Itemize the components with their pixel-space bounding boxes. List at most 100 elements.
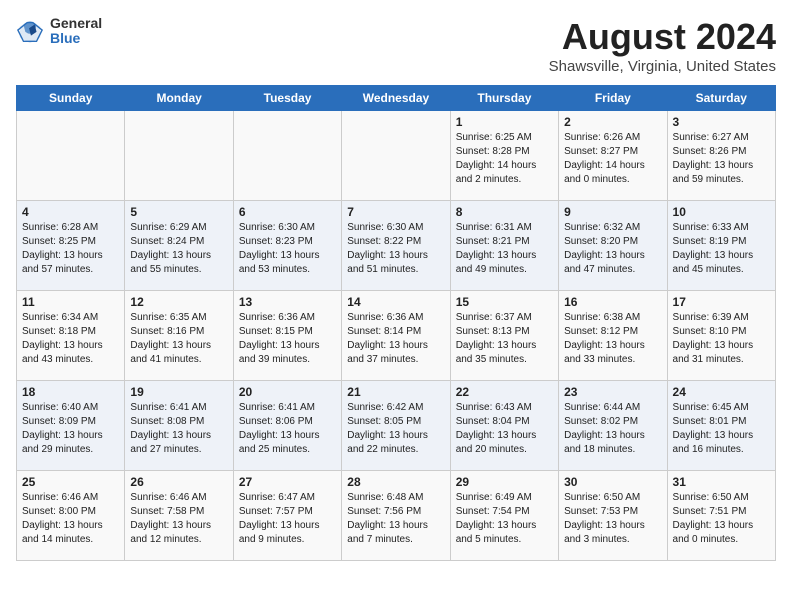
day-number: 6: [239, 205, 336, 219]
calendar-cell: [342, 111, 450, 201]
calendar-header-row: SundayMondayTuesdayWednesdayThursdayFrid…: [17, 86, 776, 111]
calendar-cell: 11 Sunrise: 6:34 AMSunset: 8:18 PMDayligh…: [17, 291, 125, 381]
day-number: 4: [22, 205, 119, 219]
header: General Blue August 2024 Shawsville, Vir…: [16, 16, 776, 75]
header-sunday: Sunday: [17, 86, 125, 111]
day-number: 24: [673, 385, 770, 399]
calendar-cell: 24 Sunrise: 6:45 AMSunset: 8:01 PMDayligh…: [667, 381, 775, 471]
day-info: Sunrise: 6:36 AMSunset: 8:14 PMDaylight:…: [347, 311, 444, 367]
day-info: Sunrise: 6:31 AMSunset: 8:21 PMDaylight:…: [456, 221, 553, 277]
day-number: 19: [130, 385, 227, 399]
day-info: Sunrise: 6:26 AMSunset: 8:27 PMDaylight:…: [564, 131, 661, 187]
day-number: 10: [673, 205, 770, 219]
day-number: 17: [673, 295, 770, 309]
day-number: 1: [456, 115, 553, 129]
day-number: 26: [130, 475, 227, 489]
calendar-cell: 15Sunrise: 6:37 AMSunset: 8:13 PMDayligh…: [450, 291, 558, 381]
calendar-week-4: 18 Sunrise: 6:40 AMSunset: 8:09 PMDayligh…: [17, 381, 776, 471]
calendar-cell: [17, 111, 125, 201]
day-number: 27: [239, 475, 336, 489]
calendar-cell: 2 Sunrise: 6:26 AMSunset: 8:27 PMDaylight…: [559, 111, 667, 201]
day-info: Sunrise: 6:46 AMSunset: 7:58 PMDaylight:…: [130, 491, 227, 547]
calendar-cell: [125, 111, 233, 201]
day-number: 7: [347, 205, 444, 219]
calendar-cell: 20 Sunrise: 6:41 AMSunset: 8:06 PMDayligh…: [233, 381, 341, 471]
page-subtitle: Shawsville, Virginia, United States: [549, 58, 776, 75]
logo-blue: Blue: [50, 31, 102, 46]
calendar-week-3: 11 Sunrise: 6:34 AMSunset: 8:18 PMDayligh…: [17, 291, 776, 381]
day-info: Sunrise: 6:44 AMSunset: 8:02 PMDaylight:…: [564, 401, 661, 457]
header-wednesday: Wednesday: [342, 86, 450, 111]
day-info: Sunrise: 6:41 AMSunset: 8:08 PMDaylight:…: [130, 401, 227, 457]
day-info: Sunrise: 6:40 AMSunset: 8:09 PMDaylight:…: [22, 401, 119, 457]
calendar-cell: 4 Sunrise: 6:28 AMSunset: 8:25 PMDaylight…: [17, 201, 125, 291]
header-monday: Monday: [125, 86, 233, 111]
calendar-cell: 25 Sunrise: 6:46 AMSunset: 8:00 PMDayligh…: [17, 471, 125, 561]
day-info: Sunrise: 6:50 AMSunset: 7:51 PMDaylight:…: [673, 491, 770, 547]
day-number: 28: [347, 475, 444, 489]
day-info: Sunrise: 6:42 AMSunset: 8:05 PMDaylight:…: [347, 401, 444, 457]
day-info: Sunrise: 6:43 AMSunset: 8:04 PMDaylight:…: [456, 401, 553, 457]
calendar-cell: 27 Sunrise: 6:47 AMSunset: 7:57 PMDayligh…: [233, 471, 341, 561]
calendar-cell: 22Sunrise: 6:43 AMSunset: 8:04 PMDayligh…: [450, 381, 558, 471]
day-number: 13: [239, 295, 336, 309]
day-number: 29: [456, 475, 553, 489]
header-friday: Friday: [559, 86, 667, 111]
day-info: Sunrise: 6:41 AMSunset: 8:06 PMDaylight:…: [239, 401, 336, 457]
calendar-cell: 23 Sunrise: 6:44 AMSunset: 8:02 PMDayligh…: [559, 381, 667, 471]
calendar-cell: 14 Sunrise: 6:36 AMSunset: 8:14 PMDayligh…: [342, 291, 450, 381]
calendar-cell: 29Sunrise: 6:49 AMSunset: 7:54 PMDayligh…: [450, 471, 558, 561]
title-area: August 2024 Shawsville, Virginia, United…: [549, 16, 776, 75]
calendar-cell: 10 Sunrise: 6:33 AMSunset: 8:19 PMDayligh…: [667, 201, 775, 291]
day-info: Sunrise: 6:47 AMSunset: 7:57 PMDaylight:…: [239, 491, 336, 547]
day-number: 15: [456, 295, 553, 309]
calendar-cell: 6 Sunrise: 6:30 AMSunset: 8:23 PMDaylight…: [233, 201, 341, 291]
day-number: 2: [564, 115, 661, 129]
day-info: Sunrise: 6:50 AMSunset: 7:53 PMDaylight:…: [564, 491, 661, 547]
logo-general: General: [50, 16, 102, 31]
calendar-week-5: 25 Sunrise: 6:46 AMSunset: 8:00 PMDayligh…: [17, 471, 776, 561]
calendar-week-2: 4 Sunrise: 6:28 AMSunset: 8:25 PMDaylight…: [17, 201, 776, 291]
day-info: Sunrise: 6:28 AMSunset: 8:25 PMDaylight:…: [22, 221, 119, 277]
calendar-cell: 28 Sunrise: 6:48 AMSunset: 7:56 PMDayligh…: [342, 471, 450, 561]
calendar-cell: 13Sunrise: 6:36 AMSunset: 8:15 PMDayligh…: [233, 291, 341, 381]
day-info: Sunrise: 6:34 AMSunset: 8:18 PMDaylight:…: [22, 311, 119, 367]
day-number: 11: [22, 295, 119, 309]
day-number: 18: [22, 385, 119, 399]
day-number: 20: [239, 385, 336, 399]
day-number: 25: [22, 475, 119, 489]
calendar-cell: 1Sunrise: 6:25 AMSunset: 8:28 PMDaylight…: [450, 111, 558, 201]
day-info: Sunrise: 6:38 AMSunset: 8:12 PMDaylight:…: [564, 311, 661, 367]
calendar-cell: 7 Sunrise: 6:30 AMSunset: 8:22 PMDaylight…: [342, 201, 450, 291]
day-number: 31: [673, 475, 770, 489]
logo-icon: [16, 17, 44, 45]
header-thursday: Thursday: [450, 86, 558, 111]
header-tuesday: Tuesday: [233, 86, 341, 111]
day-info: Sunrise: 6:45 AMSunset: 8:01 PMDaylight:…: [673, 401, 770, 457]
calendar-cell: 26 Sunrise: 6:46 AMSunset: 7:58 PMDayligh…: [125, 471, 233, 561]
day-number: 30: [564, 475, 661, 489]
calendar-cell: [233, 111, 341, 201]
page-title: August 2024: [549, 16, 776, 58]
calendar-cell: 30 Sunrise: 6:50 AMSunset: 7:53 PMDayligh…: [559, 471, 667, 561]
day-info: Sunrise: 6:29 AMSunset: 8:24 PMDaylight:…: [130, 221, 227, 277]
calendar-cell: 8Sunrise: 6:31 AMSunset: 8:21 PMDaylight…: [450, 201, 558, 291]
calendar-cell: 3Sunrise: 6:27 AMSunset: 8:26 PMDaylight…: [667, 111, 775, 201]
calendar-cell: 21 Sunrise: 6:42 AMSunset: 8:05 PMDayligh…: [342, 381, 450, 471]
calendar-cell: 17Sunrise: 6:39 AMSunset: 8:10 PMDayligh…: [667, 291, 775, 381]
day-info: Sunrise: 6:46 AMSunset: 8:00 PMDaylight:…: [22, 491, 119, 547]
day-number: 21: [347, 385, 444, 399]
day-info: Sunrise: 6:32 AMSunset: 8:20 PMDaylight:…: [564, 221, 661, 277]
calendar-table: SundayMondayTuesdayWednesdayThursdayFrid…: [16, 85, 776, 561]
day-number: 16: [564, 295, 661, 309]
day-number: 9: [564, 205, 661, 219]
day-info: Sunrise: 6:48 AMSunset: 7:56 PMDaylight:…: [347, 491, 444, 547]
day-number: 12: [130, 295, 227, 309]
calendar-cell: 12Sunrise: 6:35 AMSunset: 8:16 PMDayligh…: [125, 291, 233, 381]
day-info: Sunrise: 6:30 AMSunset: 8:22 PMDaylight:…: [347, 221, 444, 277]
day-info: Sunrise: 6:30 AMSunset: 8:23 PMDaylight:…: [239, 221, 336, 277]
logo-text: General Blue: [50, 16, 102, 47]
day-info: Sunrise: 6:33 AMSunset: 8:19 PMDaylight:…: [673, 221, 770, 277]
day-number: 23: [564, 385, 661, 399]
day-number: 14: [347, 295, 444, 309]
